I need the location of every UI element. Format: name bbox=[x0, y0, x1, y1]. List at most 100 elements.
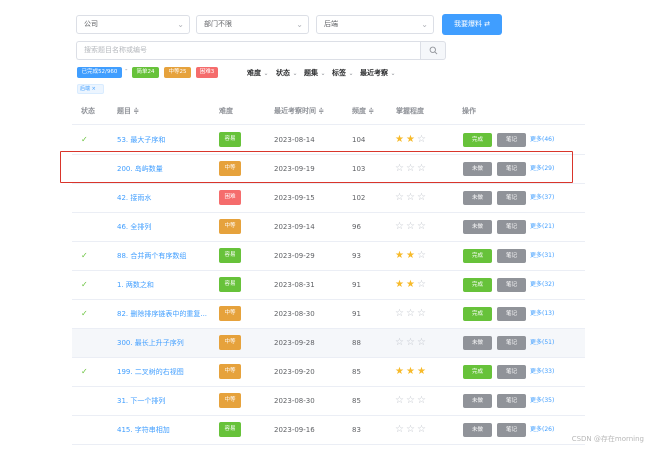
filter-label: 题集 bbox=[304, 69, 318, 77]
status-button[interactable]: 完成 bbox=[463, 249, 492, 263]
col-title[interactable]: 题目 ≑ bbox=[117, 106, 139, 116]
note-button[interactable]: 笔记 bbox=[497, 336, 526, 350]
more-link[interactable]: 更多(21) bbox=[530, 213, 554, 241]
question-title-link[interactable]: 53. 最大子序和 bbox=[117, 126, 212, 154]
star-icon[interactable]: ☆ bbox=[417, 279, 428, 290]
star-icon[interactable]: ☆ bbox=[417, 337, 428, 348]
role-select-value: 后端 bbox=[324, 20, 338, 28]
active-filter-tag[interactable]: 后端 × bbox=[77, 84, 104, 94]
department-select[interactable]: 部门不限 ⌄ bbox=[196, 15, 309, 34]
more-link[interactable]: 更多(32) bbox=[530, 271, 554, 299]
more-link[interactable]: 更多(35) bbox=[530, 387, 554, 415]
status-button[interactable]: 未做 bbox=[463, 336, 492, 350]
note-button[interactable]: 笔记 bbox=[497, 191, 526, 205]
star-icon[interactable]: ★ bbox=[406, 366, 417, 377]
question-title-link[interactable]: 300. 最长上升子序列 bbox=[117, 329, 212, 357]
question-title-link[interactable]: 82. 删除排序链表中的重复... bbox=[117, 300, 212, 328]
mastery-stars: ★★☆ bbox=[395, 126, 428, 154]
mastery-stars: ☆☆☆ bbox=[395, 300, 428, 328]
note-button[interactable]: 笔记 bbox=[497, 365, 526, 379]
star-icon[interactable]: ☆ bbox=[395, 192, 406, 203]
chevron-down-icon: ⌄ bbox=[390, 70, 396, 77]
star-icon[interactable]: ☆ bbox=[395, 221, 406, 232]
star-icon[interactable]: ☆ bbox=[406, 337, 417, 348]
filter-status[interactable]: 状态 ⌄ bbox=[276, 68, 297, 78]
star-icon[interactable]: ☆ bbox=[417, 192, 428, 203]
difficulty-badge: 容易 bbox=[219, 248, 241, 263]
last-time: 2023-08-31 bbox=[274, 281, 315, 289]
question-title-link[interactable]: 46. 全排列 bbox=[117, 213, 212, 241]
star-icon[interactable]: ★ bbox=[395, 279, 406, 290]
star-icon[interactable]: ☆ bbox=[395, 308, 406, 319]
more-link[interactable]: 更多(31) bbox=[530, 242, 554, 270]
role-select[interactable]: 后端 ⌄ bbox=[316, 15, 434, 34]
filter-difficulty[interactable]: 难度 ⌄ bbox=[247, 68, 268, 78]
star-icon[interactable]: ☆ bbox=[395, 424, 406, 435]
star-icon[interactable]: ☆ bbox=[406, 395, 417, 406]
question-title-link[interactable]: 199. 二叉树的右视图 bbox=[117, 358, 212, 386]
star-icon[interactable]: ☆ bbox=[417, 250, 428, 261]
question-title-link[interactable]: 31. 下一个排列 bbox=[117, 387, 212, 415]
star-icon[interactable]: ☆ bbox=[406, 221, 417, 232]
question-title-link[interactable]: 88. 合并两个有序数组 bbox=[117, 242, 212, 270]
note-button[interactable]: 笔记 bbox=[497, 278, 526, 292]
status-button[interactable]: 未做 bbox=[463, 191, 492, 205]
last-time: 2023-08-14 bbox=[274, 136, 315, 144]
star-icon[interactable]: ☆ bbox=[395, 395, 406, 406]
search-input[interactable]: 搜索题目名称或编号 bbox=[76, 41, 420, 60]
star-icon[interactable]: ★ bbox=[395, 134, 406, 145]
question-title-link[interactable]: 415. 字符串相加 bbox=[117, 416, 212, 444]
filter-tag[interactable]: 标签 ⌄ bbox=[332, 68, 353, 78]
company-select[interactable]: 公司 ⌄ bbox=[76, 15, 190, 34]
note-button[interactable]: 笔记 bbox=[497, 133, 526, 147]
star-icon[interactable]: ☆ bbox=[395, 337, 406, 348]
star-icon[interactable]: ☆ bbox=[417, 308, 428, 319]
status-button[interactable]: 未做 bbox=[463, 220, 492, 234]
col-frequency[interactable]: 频度 ≑ bbox=[352, 106, 374, 116]
star-icon[interactable]: ☆ bbox=[406, 424, 417, 435]
done-count-badge: 已完成52/960 bbox=[77, 67, 122, 78]
note-button[interactable]: 笔记 bbox=[497, 423, 526, 437]
star-icon[interactable]: ☆ bbox=[417, 221, 428, 232]
star-icon[interactable]: ☆ bbox=[406, 308, 417, 319]
status-button[interactable]: 完成 bbox=[463, 307, 492, 321]
filter-recent[interactable]: 最近考察 ⌄ bbox=[360, 68, 395, 78]
star-icon[interactable]: ★ bbox=[417, 366, 428, 377]
star-icon[interactable]: ★ bbox=[406, 279, 417, 290]
status-button[interactable]: 完成 bbox=[463, 133, 492, 147]
more-link[interactable]: 更多(37) bbox=[530, 184, 554, 212]
note-button[interactable]: 笔记 bbox=[497, 249, 526, 263]
chevron-down-icon: ⌄ bbox=[421, 20, 428, 29]
more-link[interactable]: 更多(13) bbox=[530, 300, 554, 328]
star-icon[interactable]: ★ bbox=[406, 134, 417, 145]
more-link[interactable]: 更多(33) bbox=[530, 358, 554, 386]
question-title-link[interactable]: 1. 两数之和 bbox=[117, 271, 212, 299]
difficulty-badge: 容易 bbox=[219, 277, 241, 292]
star-icon[interactable]: ☆ bbox=[417, 424, 428, 435]
col-last-time[interactable]: 最近考察时间 ≑ bbox=[274, 106, 324, 116]
star-icon[interactable]: ★ bbox=[395, 250, 406, 261]
status-button[interactable]: 完成 bbox=[463, 365, 492, 379]
chevron-down-icon: ⌄ bbox=[296, 20, 303, 29]
star-icon[interactable]: ★ bbox=[395, 366, 406, 377]
status-button[interactable]: 未做 bbox=[463, 394, 492, 408]
note-button[interactable]: 笔记 bbox=[497, 394, 526, 408]
col-status: 状态 bbox=[81, 107, 95, 115]
note-button[interactable]: 笔记 bbox=[497, 220, 526, 234]
status-button[interactable]: 完成 bbox=[463, 278, 492, 292]
more-link[interactable]: 更多(46) bbox=[530, 126, 554, 154]
search-button[interactable] bbox=[420, 41, 446, 60]
status-button[interactable]: 未做 bbox=[463, 423, 492, 437]
star-icon[interactable]: ☆ bbox=[406, 192, 417, 203]
star-icon[interactable]: ☆ bbox=[417, 134, 428, 145]
more-link[interactable]: 更多(26) bbox=[530, 416, 554, 444]
report-button[interactable]: 我要爆料 ⇄ bbox=[442, 14, 502, 35]
table-row: 42. 接雨水 困难 2023-09-15 102 ☆☆☆ 未做 笔记 更多(37) bbox=[72, 184, 585, 212]
question-title-link[interactable]: 42. 接雨水 bbox=[117, 184, 212, 212]
filter-set[interactable]: 题集 ⌄ bbox=[304, 68, 325, 78]
col-actions: 操作 bbox=[462, 107, 476, 115]
more-link[interactable]: 更多(51) bbox=[530, 329, 554, 357]
star-icon[interactable]: ☆ bbox=[417, 395, 428, 406]
star-icon[interactable]: ★ bbox=[406, 250, 417, 261]
note-button[interactable]: 笔记 bbox=[497, 307, 526, 321]
